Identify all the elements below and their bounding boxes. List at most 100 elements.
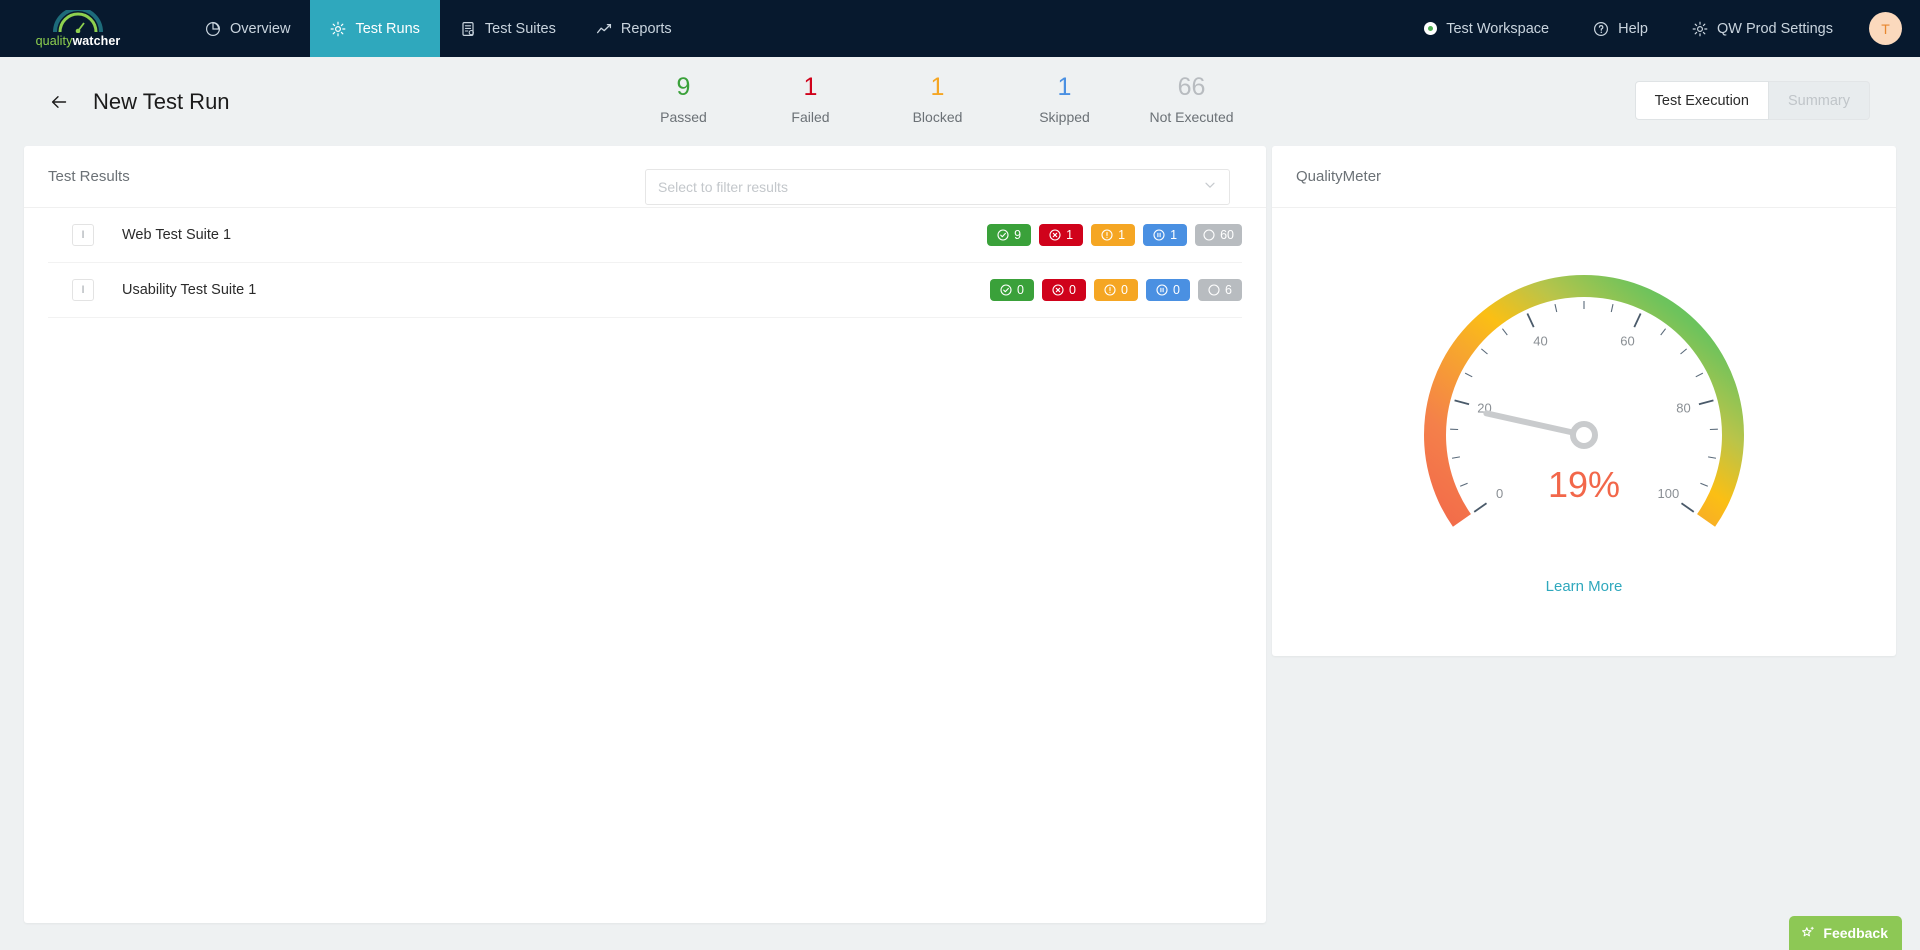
sparkle-star-icon [1802, 926, 1815, 936]
pie-chart-icon [205, 21, 221, 36]
gear-icon [331, 21, 346, 36]
avatar-initial: T [1881, 20, 1890, 37]
run-stats: 9 Passed 1 Failed 1 Blocked 1 Skipped 66… [620, 72, 1255, 125]
x-circle-icon [1049, 229, 1061, 241]
quality-meter-title: QualityMeter [1296, 168, 1382, 185]
table-row[interactable]: I Web Test Suite 1 9 1 1 1 60 [48, 208, 1242, 263]
nav-item-help[interactable]: Help [1571, 0, 1670, 57]
page-title: New Test Run [93, 88, 230, 114]
nav-label-workspace: Test Workspace [1446, 20, 1550, 37]
status-badge-passed[interactable]: 9 [987, 224, 1032, 246]
feedback-button[interactable]: Feedback [1789, 916, 1902, 950]
badge-value: 0 [1121, 283, 1128, 297]
badge-value: 0 [1173, 283, 1180, 297]
test-results-panel: Test Results I Web Test Suite 1 9 1 1 1 [24, 146, 1266, 923]
exclamation-circle-icon [1101, 229, 1113, 241]
gauge-svg: 02040 6080100 [1424, 274, 1744, 527]
stat-not-executed-value: 66 [1177, 73, 1206, 101]
badge-value: 0 [1017, 283, 1024, 297]
nav-item-settings[interactable]: QW Prod Settings [1670, 0, 1855, 57]
nav-label-test-suites: Test Suites [484, 20, 556, 37]
test-results-title: Test Results [48, 168, 130, 185]
table-row[interactable]: I Usability Test Suite 1 0 0 0 0 6 [48, 263, 1242, 318]
stat-failed-label: Failed [791, 109, 830, 125]
status-badge-passed[interactable]: 0 [990, 279, 1034, 301]
status-badge-not-executed[interactable]: 6 [1198, 279, 1242, 301]
stat-blocked: 1 Blocked [874, 72, 1001, 125]
arrow-left-icon [51, 95, 67, 108]
badge-value: 60 [1220, 228, 1234, 242]
svg-text:40: 40 [1533, 334, 1547, 349]
nav-label-test-runs: Test Runs [355, 20, 420, 37]
app-logo[interactable]: qualitywatcher [0, 0, 140, 57]
nav-label-help: Help [1618, 20, 1648, 37]
stat-failed-value: 1 [803, 73, 818, 101]
pause-circle-icon [1156, 284, 1168, 296]
nav-item-reports[interactable]: Reports [576, 0, 692, 57]
quality-gauge-chart: 0 20 40 60 80 100 19% [1272, 208, 1896, 588]
pause-circle-icon [1153, 229, 1165, 241]
line-chart-icon [596, 23, 611, 33]
status-badge-skipped[interactable]: 0 [1146, 279, 1190, 301]
nav-label-reports: Reports [620, 20, 672, 37]
results-filter-placeholder: Select to filter results [658, 179, 788, 195]
list-document-icon [462, 21, 474, 36]
back-button[interactable] [46, 89, 72, 115]
badge-value: 1 [1066, 228, 1074, 242]
nav-item-overview[interactable]: Overview [185, 0, 310, 57]
status-dot-icon [1424, 22, 1438, 35]
check-circle-icon [997, 229, 1009, 241]
quality-meter-header: QualityMeter [1272, 146, 1896, 208]
badge-value: 1 [1118, 228, 1126, 242]
logo-wordmark: qualitywatcher [36, 35, 121, 48]
empty-circle-icon [1208, 284, 1220, 296]
exclamation-circle-icon [1104, 284, 1116, 296]
suite-name: Usability Test Suite 1 [122, 282, 257, 298]
logo-text-watcher: watcher [72, 33, 121, 48]
status-badge-group: 0 0 0 0 6 [990, 279, 1242, 301]
stat-passed-label: Passed [660, 109, 707, 125]
empty-circle-icon [1203, 229, 1215, 241]
learn-more-link[interactable]: Learn More [1272, 578, 1896, 595]
stat-not-executed-label: Not Executed [1149, 109, 1234, 125]
nav-item-workspace[interactable]: Test Workspace [1402, 0, 1571, 57]
status-badge-failed[interactable]: 0 [1042, 279, 1086, 301]
status-badge-skipped[interactable]: 1 [1143, 224, 1188, 246]
svg-text:60: 60 [1620, 334, 1634, 349]
status-badge-failed[interactable]: 1 [1039, 224, 1084, 246]
stat-skipped: 1 Skipped [1001, 72, 1128, 125]
nav-item-test-suites[interactable]: Test Suites [440, 0, 576, 57]
stat-skipped-label: Skipped [1039, 109, 1090, 125]
stat-passed-value: 9 [676, 73, 691, 101]
stat-blocked-value: 1 [930, 73, 945, 101]
status-badge-blocked[interactable]: 1 [1091, 224, 1136, 246]
nav-item-test-runs[interactable]: Test Runs [310, 0, 440, 57]
tab-summary[interactable]: Summary [1768, 81, 1870, 120]
badge-value: 6 [1225, 283, 1232, 297]
page-subheader: New Test Run 9 Passed 1 Failed 1 Blocked… [0, 57, 1920, 146]
secondary-nav: Test Workspace Help QW Prod Settings T [1402, 0, 1920, 57]
stat-skipped-value: 1 [1057, 73, 1072, 101]
status-badge-blocked[interactable]: 0 [1094, 279, 1138, 301]
tab-test-execution[interactable]: Test Execution [1634, 81, 1769, 120]
suite-name: Web Test Suite 1 [122, 227, 232, 243]
view-toggle-group: Test Execution Summary [1634, 81, 1870, 120]
nav-label-settings: QW Prod Settings [1716, 20, 1833, 37]
x-circle-icon [1052, 284, 1064, 296]
stat-not-executed: 66 Not Executed [1128, 72, 1255, 125]
row-drag-handle[interactable]: I [72, 279, 94, 301]
status-badge-not-executed[interactable]: 60 [1195, 224, 1242, 246]
stat-blocked-label: Blocked [912, 109, 963, 125]
top-navbar: qualitywatcher Overview Test Runs Test S… [0, 0, 1920, 57]
badge-value: 1 [1170, 228, 1178, 242]
svg-text:80: 80 [1676, 400, 1690, 415]
check-circle-icon [1000, 284, 1012, 296]
chevron-down-icon [1203, 178, 1217, 197]
stat-passed: 9 Passed [620, 72, 747, 125]
results-filter-select[interactable]: Select to filter results [645, 169, 1230, 205]
avatar[interactable]: T [1869, 12, 1902, 45]
primary-nav: Overview Test Runs Test Suites Reports [185, 0, 692, 57]
gauge-value-label: 19% [1547, 464, 1621, 505]
stat-failed: 1 Failed [747, 72, 874, 125]
row-drag-handle[interactable]: I [72, 224, 94, 246]
